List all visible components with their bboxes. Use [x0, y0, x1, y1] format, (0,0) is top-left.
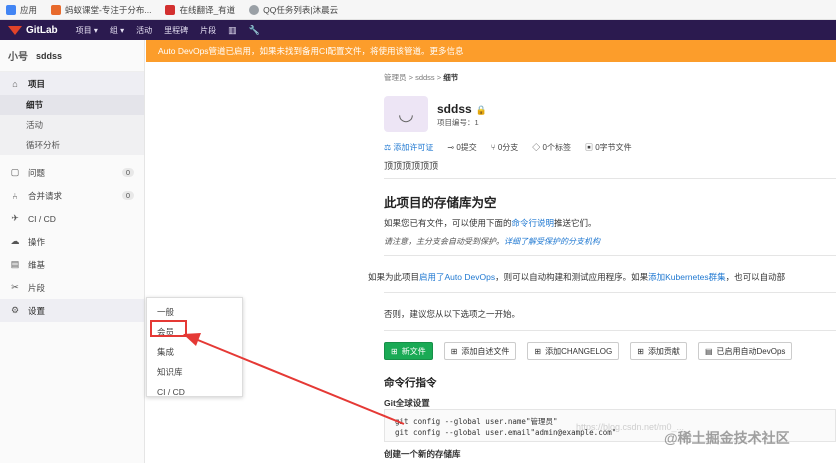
bookmark-apps[interactable]: 应用 [6, 4, 37, 16]
divider [384, 255, 836, 256]
new-file-button[interactable]: ⊞ 新文件 [384, 342, 433, 360]
sidebar-item-wiki[interactable]: ▤ 维基 [0, 253, 144, 276]
sidebar-project-header[interactable]: 小号 sddss [0, 40, 144, 72]
breadcrumb-current: 细节 [443, 73, 459, 82]
issues-icon: ▢ [10, 167, 20, 177]
cloud-icon: ☁ [10, 236, 20, 246]
autodevops-link[interactable]: 启用了Auto DevOps [419, 272, 495, 282]
settings-flyout-menu: 一般 会员 集成 知识库 CI / CD [146, 297, 243, 397]
bookmarks-bar: 应用 蚂蚁课堂-专注于分布... 在线翻译_有道 QQ任务列表|沐晨云 [0, 0, 836, 20]
branches-stat[interactable]: ⑂ 0分支 [491, 142, 518, 153]
add-readme-button[interactable]: ⊞ 添加自述文件 [443, 342, 517, 360]
project-id: 项目编号：1 [437, 118, 479, 127]
juejin-watermark: @稀土掘金技术社区 [664, 430, 790, 446]
sidebar-item-cicd[interactable]: ✈ CI / CD [0, 207, 144, 230]
branch-icon: ⑂ [490, 143, 498, 152]
gear-icon: ⚙ [10, 305, 20, 315]
project-avatar: ◡ [384, 96, 428, 132]
bookmark-mayi[interactable]: 蚂蚁课堂-专注于分布... [51, 4, 151, 16]
cli-instructions-link[interactable]: 命令行说明 [512, 218, 555, 228]
gitlab-logo[interactable]: GitLab [8, 25, 58, 36]
scissors-icon: ✂ [11, 282, 19, 292]
quick-action-buttons: ⊞ 新文件 ⊞ 添加自述文件 ⊞ 添加CHANGELOG ⊞ 添加贡献 ▤ 已启用自动De… [384, 342, 793, 360]
push-instructions: 如果您已有文件，可以使用下面的命令行说明推送它们。 [384, 218, 597, 228]
youdao-icon [165, 4, 176, 15]
license-icon: ⚖ [384, 143, 394, 152]
sidebar-item-operations[interactable]: ☁ 操作 [0, 230, 144, 253]
gitlab-fox-icon [8, 25, 22, 35]
qq-icon [249, 4, 260, 15]
protected-branches-link[interactable]: 详细了解受保护的分支机构 [504, 237, 600, 246]
plus-icon: ⊞ [637, 346, 644, 356]
project-description: 顶顶顶顶顶顶 [384, 161, 439, 171]
divider [384, 178, 836, 179]
nav-snippets[interactable]: 片段 [200, 25, 216, 36]
sidebar-item-settings[interactable]: ⚙ 设置 [0, 299, 144, 322]
chart-icon[interactable]: ▥ [228, 25, 237, 36]
plus-icon: ⊞ [450, 346, 458, 356]
add-changelog-button[interactable]: ⊞ 添加CHANGELOG [527, 342, 620, 360]
lock-icon: 🔒 [475, 105, 487, 115]
top-navbar: GitLab 项目 ▾ 组 ▾ 活动 里程碑 片段 ▥ 🔧 [0, 20, 836, 40]
book-icon: ▤ [10, 259, 20, 269]
autodevops-enabled-button[interactable]: ▤ 已启用自动DevOps [697, 342, 793, 360]
plus-icon: ⊞ [534, 346, 542, 356]
rocket-icon: ✈ [11, 213, 19, 223]
bookmark-youdao[interactable]: 在线翻译_有道 [165, 4, 235, 16]
tag-icon: ◇ [532, 143, 543, 152]
sidebar-sub-details[interactable]: 细节 [0, 95, 144, 115]
divider [384, 292, 836, 293]
plus-icon: ⊞ [391, 346, 398, 356]
flyout-integrations[interactable]: 集成 [147, 342, 242, 362]
breadcrumb: 管理员 > sddss > 细节 [384, 73, 459, 82]
wrench-icon[interactable]: 🔧 [249, 25, 260, 36]
sidebar-item-snippets[interactable]: ✂ 片段 [0, 276, 144, 299]
commits-stat[interactable]: ⊸ 0提交 [447, 142, 476, 153]
suggestion-text: 否则，建议您从以下选项之一开始。 [384, 309, 521, 319]
create-new-repo-heading: 创建一个新的存储库 [384, 449, 461, 459]
nav-projects[interactable]: 项目 ▾ [76, 25, 98, 36]
home-icon: ⌂ [12, 78, 18, 89]
autodevops-banner: Auto DevOps管道已启用，如果未找到备用CI配置文件，将使用该管道。更多… [146, 40, 836, 62]
project-stats: ⚖ 添加许可证 ⊸ 0提交 ⑂ 0分支 ◇ 0个标签 ▣ 0字节文件 [384, 142, 632, 153]
nav-groups[interactable]: 组 ▾ [110, 25, 124, 36]
nav-activity[interactable]: 活动 [136, 25, 152, 36]
flyout-repository[interactable]: 知识库 [147, 362, 242, 382]
issues-count-badge: 0 [121, 168, 134, 177]
file-icon: ▣ [584, 143, 596, 152]
merge-count-badge: 0 [121, 191, 134, 200]
breadcrumb-admin[interactable]: 管理员 [384, 73, 407, 82]
flyout-cicd[interactable]: CI / CD [147, 382, 242, 402]
doc-icon: ▤ [704, 346, 713, 356]
autodevops-note: 如果为此项目启用了Auto DevOps，则可以自动构建和测试应用程序。如果添加… [368, 272, 786, 282]
nav-milestones[interactable]: 里程碑 [164, 25, 188, 36]
commit-icon: ⊸ [447, 143, 457, 152]
sidebar-item-issues[interactable]: ▢ 问题 0 [0, 161, 144, 184]
empty-repo-heading: 此项目的存储库为空 [384, 196, 497, 210]
sidebar-item-merge-requests[interactable]: ⑃ 合并请求 0 [0, 184, 144, 207]
flyout-general[interactable]: 一般 [147, 302, 242, 322]
tags-stat[interactable]: ◇ 0个标签 [532, 142, 571, 153]
project-sidebar: 小号 sddss ⌂ 项目 细节 活动 循环分析 ▢ 问题 0 ⑃ 合并请求 0… [0, 40, 145, 463]
bookmark-qq[interactable]: QQ任务列表|沐晨云 [249, 4, 338, 16]
divider [384, 330, 836, 331]
annotation-highlight-box [150, 320, 187, 337]
breadcrumb-project[interactable]: sddss [415, 73, 435, 82]
files-stat[interactable]: ▣ 0字节文件 [585, 142, 632, 153]
sidebar-sub-cycle-analytics[interactable]: 循环分析 [0, 135, 144, 155]
git-global-setup-heading: Git全球设置 [384, 398, 430, 408]
merge-icon: ⑃ [12, 190, 18, 201]
sidebar-sub-activity[interactable]: 活动 [0, 115, 144, 135]
add-kubernetes-link[interactable]: 添加Kubernetes群集 [648, 272, 725, 282]
project-title: sddss 🔒 [437, 102, 487, 116]
cli-heading: 命令行指令 [384, 377, 437, 389]
apps-icon [6, 4, 16, 15]
sidebar-item-project[interactable]: ⌂ 项目 [0, 72, 144, 95]
add-license-link[interactable]: ⚖ 添加许可证 [384, 142, 433, 153]
add-contributing-button[interactable]: ⊞ 添加贡献 [630, 342, 687, 360]
project-avatar-small: 小号 [8, 52, 28, 63]
sidebar-project-name: sddss [36, 50, 63, 61]
mayi-icon [51, 4, 62, 15]
protected-branch-note: 请注意，主分支会自动受到保护。详细了解受保护的分支机构 [384, 237, 600, 246]
